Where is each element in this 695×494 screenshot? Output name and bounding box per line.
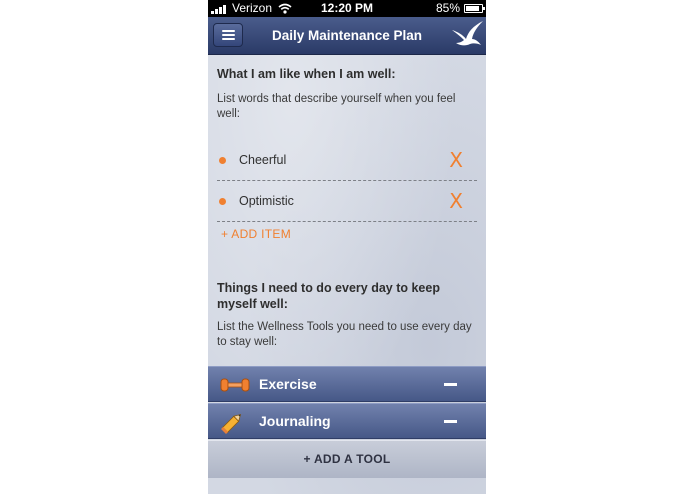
page-title: Daily Maintenance Plan (271, 28, 423, 43)
battery-percent: 85% (435, 1, 460, 15)
hamburger-menu-icon[interactable] (213, 23, 243, 47)
section-heading-daily: Things I need to do every day to keep my… (217, 281, 440, 311)
section-description-daily: List the Wellness Tools you need to use … (217, 321, 472, 348)
section-heading-well: What I am like when I am well: (217, 67, 396, 81)
battery-icon (464, 4, 485, 13)
item-label[interactable]: Cheerful (239, 140, 286, 180)
section-description-well: List words that describe yourself when y… (217, 93, 456, 120)
tool-label: Exercise (259, 376, 317, 392)
remove-item-button[interactable]: X (449, 140, 463, 180)
status-bar: Verizon 12:20 PM 85% (208, 0, 486, 17)
dumbbell-icon (220, 378, 250, 392)
list-item: Optimistic X (217, 181, 477, 222)
swallow-bird-icon (452, 21, 483, 46)
pencil-icon (221, 413, 242, 434)
bullet-icon (219, 198, 226, 205)
tool-row-exercise[interactable]: Exercise (208, 366, 486, 402)
remove-item-button[interactable]: X (449, 181, 463, 221)
tool-label: Journaling (259, 413, 331, 429)
tool-row-journaling[interactable]: Journaling (208, 403, 486, 439)
add-tool-button[interactable]: + ADD A TOOL (208, 440, 486, 478)
list-item: Cheerful X (217, 140, 477, 181)
item-label[interactable]: Optimistic (239, 181, 294, 221)
bullet-icon (219, 157, 226, 164)
collapse-minus-icon[interactable] (444, 383, 457, 386)
phone-screen: Verizon 12:20 PM 85% Daily Maintenance P… (208, 0, 486, 494)
add-item-button[interactable]: + ADD ITEM (221, 227, 291, 241)
navigation-bar: Daily Maintenance Plan (208, 17, 486, 55)
collapse-minus-icon[interactable] (444, 420, 457, 423)
